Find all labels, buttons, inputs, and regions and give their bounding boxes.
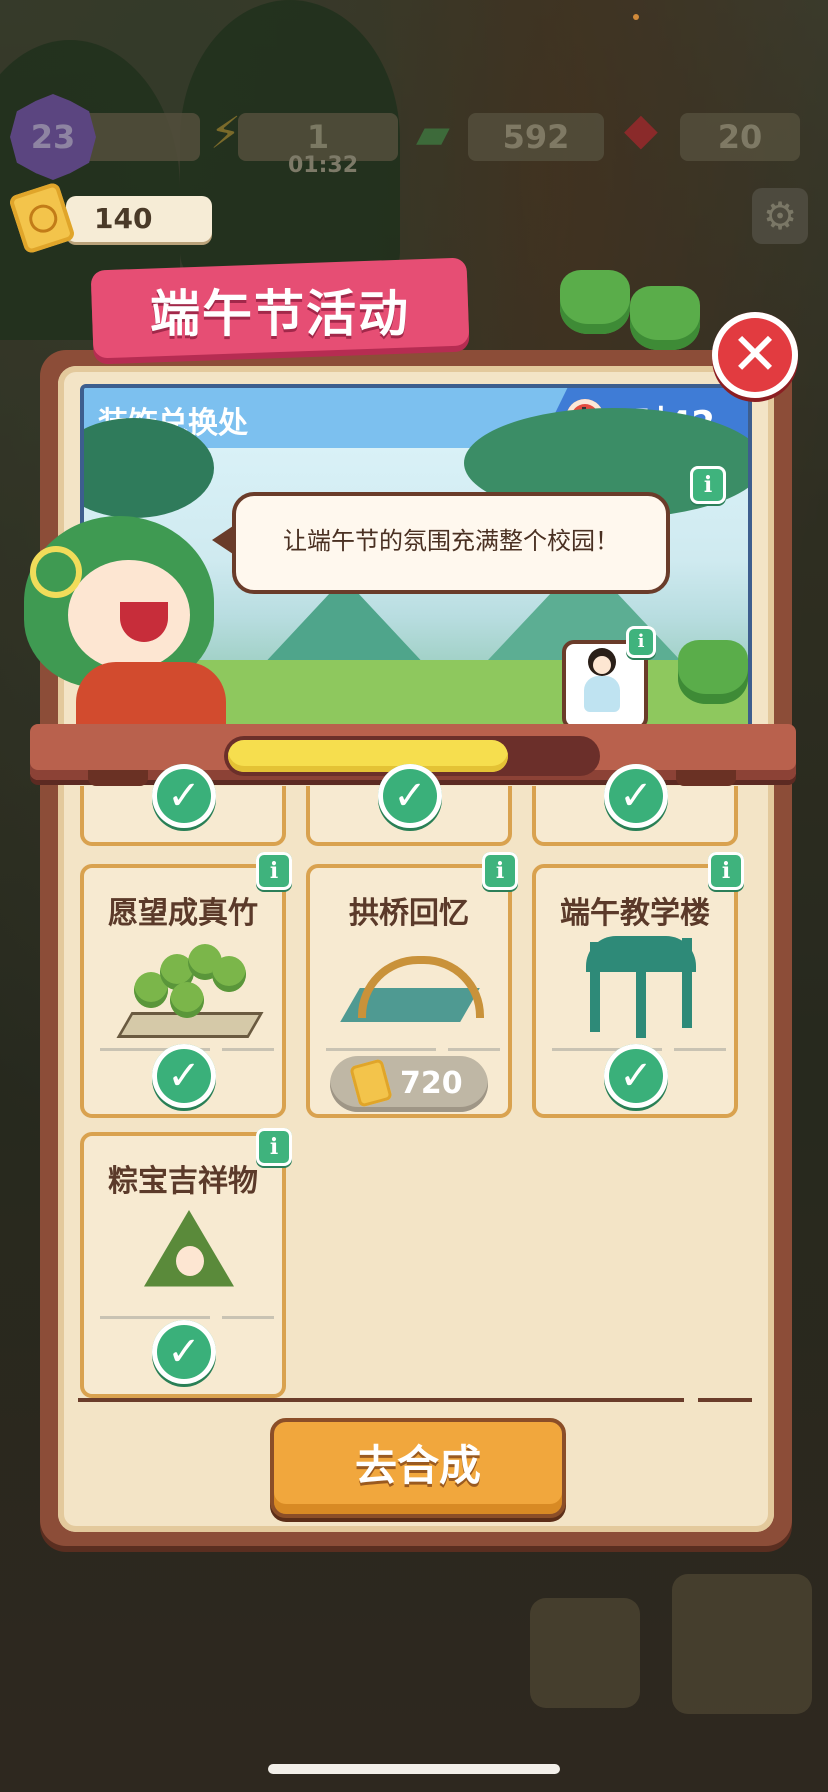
check-icon: ✓ (604, 1044, 668, 1108)
close-button[interactable]: ✕ (712, 312, 798, 398)
item-card-mascot[interactable]: 粽宝吉祥物 ✓ (80, 1132, 286, 1398)
speech-text: 让端午节的氛围充满整个校园！ (283, 527, 619, 555)
item-info-button[interactable]: i (256, 852, 292, 890)
banner-info-button[interactable]: i (690, 466, 726, 504)
item-info-button[interactable]: i (256, 1128, 292, 1166)
item-info-button[interactable]: i (708, 852, 744, 890)
energy-timer: 01:32 (288, 153, 359, 178)
price-value: 720 (400, 1066, 463, 1101)
mascot-bow (30, 546, 82, 598)
ticket-counter: 140 (8, 181, 212, 255)
zongzi-character (678, 640, 748, 704)
item-card-building[interactable]: 端午教学楼 ✓ (532, 864, 738, 1118)
check-icon: ✓ (152, 764, 216, 828)
gear-icon[interactable]: ⚙ (752, 188, 808, 244)
event-progress-fill (228, 740, 508, 772)
bridge-decoration (340, 932, 486, 1042)
price-button[interactable]: 720 (330, 1056, 488, 1112)
go-synthesize-label: 去合成 (354, 1441, 481, 1490)
mascot-body (76, 662, 226, 728)
item-card-partial[interactable]: ✓ (80, 764, 286, 846)
shelf-leg (676, 770, 736, 786)
list-divider (78, 1398, 684, 1402)
cash-value: 592 (502, 118, 570, 156)
building-decoration (566, 932, 712, 1042)
item-card-partial[interactable]: ✓ (306, 764, 512, 846)
character-info-button[interactable]: i (626, 626, 656, 658)
cash-counter[interactable]: 592 (468, 113, 604, 161)
check-icon: ✓ (152, 1044, 216, 1108)
zongzi-character (630, 286, 700, 350)
status-dot (633, 14, 639, 20)
check-icon: ✓ (152, 1320, 216, 1384)
item-info-button[interactable]: i (482, 852, 518, 890)
cash-icon: ▰ (416, 108, 450, 159)
item-name: 粽宝吉祥物 (108, 1164, 258, 1199)
zongzi-character (560, 270, 630, 334)
character-portrait (584, 648, 620, 712)
gem-counter[interactable]: 20 (680, 113, 800, 161)
divider-line (448, 1048, 500, 1051)
mascot-decoration (114, 1200, 260, 1310)
divider-line (222, 1048, 274, 1051)
gem-value: 20 (717, 118, 763, 156)
home-indicator (268, 1764, 560, 1774)
event-title: 端午节活动 (150, 285, 410, 343)
item-card-bridge[interactable]: 拱桥回忆 720 (306, 864, 512, 1118)
background-button (672, 1574, 812, 1714)
gem-icon: ◆ (624, 104, 658, 155)
divider-line (674, 1048, 726, 1051)
item-card-partial[interactable]: ✓ (532, 764, 738, 846)
divider-line (326, 1048, 436, 1051)
ticket-value: 140 (94, 202, 153, 235)
item-card-bamboo[interactable]: 愿望成真竹 ✓ (80, 864, 286, 1118)
check-icon: ✓ (604, 764, 668, 828)
check-icon: ✓ (378, 764, 442, 828)
divider-line (222, 1316, 274, 1319)
item-name: 端午教学楼 (560, 896, 710, 931)
lightning-icon: ⚡ (210, 108, 241, 159)
background-button (530, 1598, 640, 1708)
list-divider (698, 1398, 752, 1402)
ticket-icon (349, 1058, 393, 1108)
divider-line (100, 1316, 210, 1319)
item-name: 拱桥回忆 (349, 896, 469, 931)
shelf-leg (88, 770, 148, 786)
ticket-icon (8, 181, 76, 255)
bamboo-decoration (114, 932, 264, 1042)
item-name: 愿望成真竹 (108, 896, 258, 931)
